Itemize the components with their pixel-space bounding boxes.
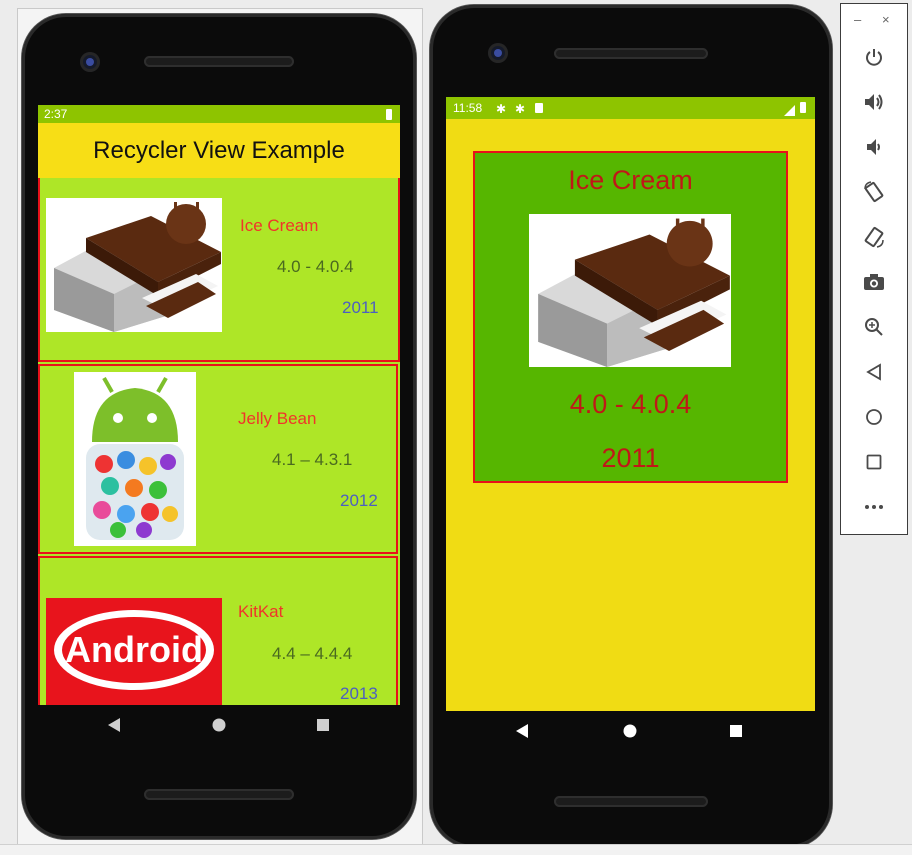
sd-card-icon [535, 103, 543, 113]
overview-icon[interactable] [841, 440, 907, 484]
back-icon[interactable] [841, 350, 907, 394]
card-version: 4.4 – 4.4.4 [272, 644, 353, 663]
nav-bar [446, 711, 815, 751]
rotate-left-icon[interactable] [841, 170, 907, 214]
emulator-toolbar: – × [840, 3, 908, 535]
list-item[interactable]: Jelly Bean 4.1 – 4.3.1 2012 [38, 364, 398, 554]
settings-icon: ✱ [515, 102, 526, 116]
front-camera [80, 52, 100, 72]
detail-version: 4.0 - 4.0.4 [569, 389, 692, 419]
screen-left: 2:37 Recycler View Example Ice Cream 4.0… [38, 105, 400, 705]
status-time: 2:37 [44, 107, 68, 121]
app-title: Recycler View Example [93, 136, 345, 164]
card-year: 2012 [340, 491, 378, 510]
minimize-icon[interactable]: – [854, 12, 861, 27]
jelly-bean-image [74, 372, 196, 546]
home-icon[interactable] [209, 715, 229, 735]
volume-down-icon[interactable] [841, 125, 907, 169]
speaker-grille [144, 56, 294, 67]
recents-icon[interactable] [726, 721, 746, 741]
kitkat-logo-text: Android [65, 629, 203, 670]
battery-icon [386, 109, 392, 120]
phone-frame-left: 2:37 Recycler View Example Ice Cream 4.0… [22, 14, 416, 839]
app-bar: Recycler View Example [38, 123, 400, 178]
card-year: 2013 [340, 684, 378, 703]
home-icon[interactable] [620, 721, 640, 741]
status-time: 11:58 [453, 101, 483, 115]
screen-right: 11:58 ✱ ✱ Ice Cream 4.0 - 4.0.4 2011 [446, 97, 815, 711]
front-camera [488, 43, 508, 63]
nav-bar [38, 705, 400, 745]
settings-icon: ✱ [496, 102, 507, 116]
recycler-list[interactable]: Ice Cream 4.0 - 4.0.4 2011 Jelly Bean 4.… [38, 178, 400, 705]
close-icon[interactable]: × [882, 12, 890, 27]
bottom-speaker [144, 789, 294, 800]
camera-icon[interactable] [841, 260, 907, 304]
recents-icon[interactable] [313, 715, 333, 735]
battery-icon [800, 102, 806, 113]
detail-card: Ice Cream 4.0 - 4.0.4 2011 [473, 151, 788, 483]
signal-icon [784, 103, 795, 121]
card-title: Ice Cream [240, 216, 319, 235]
card-version: 4.0 - 4.0.4 [277, 257, 354, 276]
back-icon[interactable] [104, 715, 124, 735]
card-year: 2011 [342, 298, 379, 317]
detail-title: Ice Cream [568, 165, 693, 195]
list-item[interactable]: Ice Cream 4.0 - 4.0.4 2011 [38, 178, 400, 362]
rotate-right-icon[interactable] [841, 215, 907, 259]
window-bottom-edge [0, 844, 912, 855]
list-item[interactable]: Android KitKat 4.4 – 4.4.4 2013 [38, 556, 398, 705]
bottom-speaker [554, 796, 708, 807]
card-title: KitKat [238, 602, 284, 621]
speaker-grille [554, 48, 708, 59]
back-icon[interactable] [512, 721, 532, 741]
kitkat-image: Android [46, 598, 222, 705]
status-bar: 11:58 ✱ ✱ [446, 97, 815, 119]
status-bar: 2:37 [38, 105, 400, 123]
zoom-icon[interactable] [841, 305, 907, 349]
home-icon[interactable] [841, 395, 907, 439]
ice-cream-sandwich-image [529, 214, 731, 367]
more-icon[interactable] [841, 485, 907, 529]
phone-frame-right: 11:58 ✱ ✱ Ice Cream 4.0 - 4.0.4 2011 [430, 5, 832, 848]
card-title: Jelly Bean [238, 409, 317, 428]
card-version: 4.1 – 4.3.1 [272, 450, 353, 469]
volume-up-icon[interactable] [841, 80, 907, 124]
power-icon[interactable] [841, 35, 907, 79]
detail-year: 2011 [601, 443, 660, 473]
ice-cream-sandwich-image [46, 198, 222, 332]
